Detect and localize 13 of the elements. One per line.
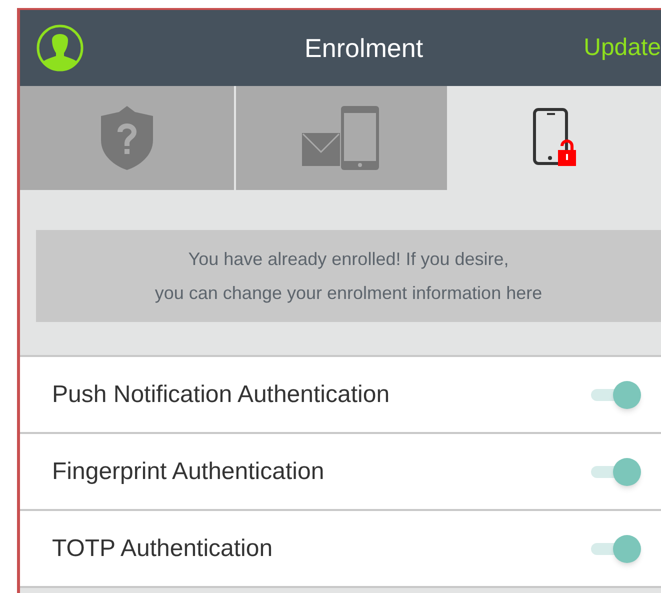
toggle-switch[interactable] bbox=[589, 458, 641, 486]
notice-text: You have already enrolled! If you desire, you can change your enrolment information here bbox=[154, 248, 542, 305]
shield-question-icon bbox=[100, 106, 153, 170]
setting-label: Push Notification Authentication bbox=[52, 380, 391, 410]
envelope-phone-icon bbox=[302, 106, 380, 170]
update-button[interactable]: Update bbox=[584, 30, 661, 66]
toggle-switch[interactable] bbox=[589, 534, 641, 562]
setting-label: Fingerprint Authentication bbox=[52, 456, 326, 486]
header-title: Enrolment bbox=[304, 32, 424, 64]
toggle-switch[interactable] bbox=[589, 380, 641, 408]
user-avatar-icon[interactable] bbox=[36, 24, 84, 72]
phone-lock-icon bbox=[533, 108, 578, 168]
setting-label: TOTP Authentication bbox=[52, 534, 274, 564]
